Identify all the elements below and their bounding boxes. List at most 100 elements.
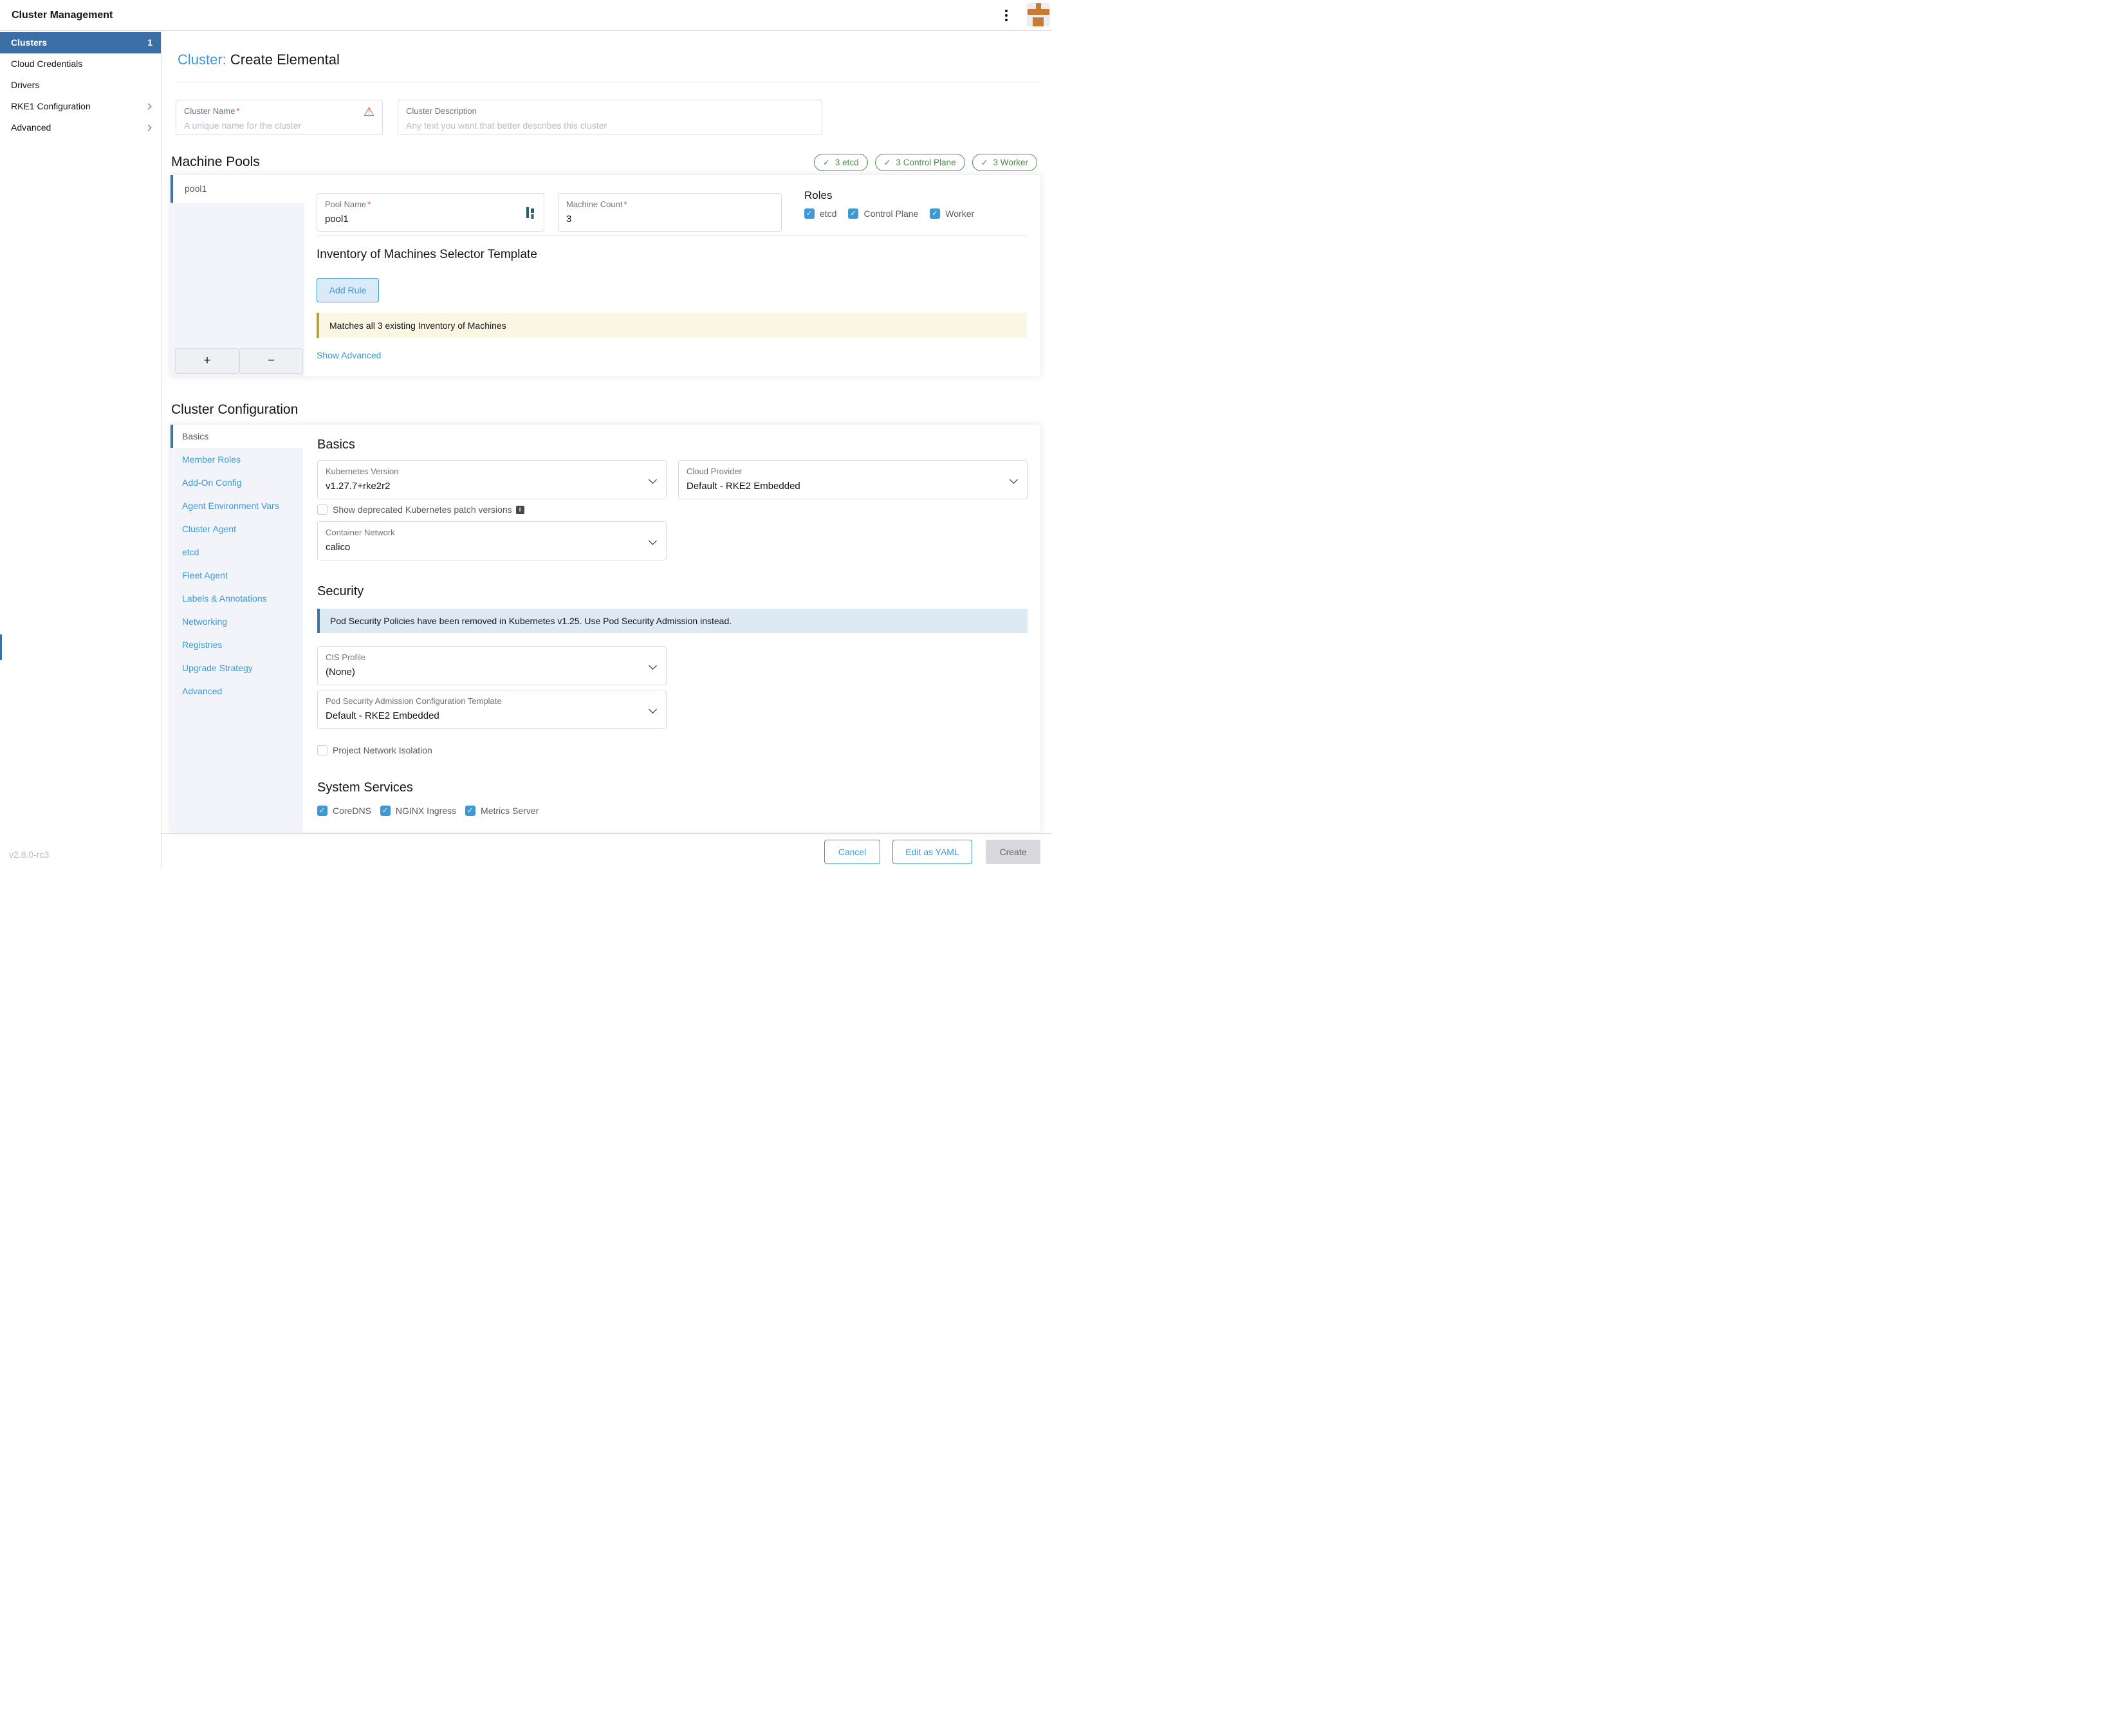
- roles-heading: Roles: [804, 189, 832, 202]
- kubernetes-version-label: Kubernetes Version: [326, 466, 658, 476]
- remove-pool-button[interactable]: −: [239, 348, 303, 374]
- role-etcd[interactable]: etcd: [804, 208, 836, 219]
- pool-name-label: Pool Name: [325, 199, 366, 209]
- page-title-prefix: Cluster:: [178, 51, 226, 68]
- avatar-logo-icon: [1036, 3, 1041, 9]
- role-worker[interactable]: Worker: [930, 208, 974, 219]
- checkbox-checked-icon[interactable]: [380, 806, 391, 816]
- container-network-value[interactable]: [326, 542, 641, 553]
- service-nginx-ingress[interactable]: NGINX Ingress: [380, 806, 456, 816]
- tab-labels-annotations[interactable]: Labels & Annotations: [171, 587, 303, 610]
- chevron-down-icon: [1010, 476, 1018, 484]
- tab-registries[interactable]: Registries: [171, 633, 303, 656]
- etcd-count-badge: 3 etcd: [814, 154, 868, 171]
- tab-upgrade-strategy[interactable]: Upgrade Strategy: [171, 656, 303, 679]
- cis-profile-value[interactable]: [326, 667, 641, 678]
- tab-cluster-agent[interactable]: Cluster Agent: [171, 517, 303, 540]
- show-advanced-link[interactable]: Show Advanced: [317, 350, 381, 360]
- machine-pools-heading: Machine Pools: [171, 154, 260, 170]
- cluster-description-field[interactable]: Cluster Description: [398, 100, 822, 135]
- cluster-name-field[interactable]: Cluster Name* ⚠: [176, 100, 383, 135]
- kebab-menu-icon[interactable]: [1001, 8, 1012, 23]
- pool-name-input[interactable]: [325, 214, 519, 225]
- sidebar-item-advanced[interactable]: Advanced: [0, 117, 161, 138]
- checkbox-checked-icon[interactable]: [465, 806, 475, 816]
- chevron-down-icon: [649, 661, 657, 670]
- cancel-button[interactable]: Cancel: [824, 840, 880, 864]
- chevron-down-icon: [649, 537, 657, 545]
- chevron-down-icon: [649, 476, 657, 484]
- tab-basics[interactable]: Basics: [171, 425, 303, 448]
- service-metrics-server[interactable]: Metrics Server: [465, 806, 539, 816]
- app-version: v2.8.0-rc3: [9, 849, 49, 860]
- required-marker: *: [236, 106, 239, 116]
- cluster-configuration-card: Basics Member Roles Add-On Config Agent …: [171, 425, 1040, 832]
- pool-divider: [317, 235, 1028, 236]
- sidebar-item-label: Clusters: [11, 37, 47, 48]
- machine-count-input[interactable]: [566, 214, 757, 225]
- checkbox-unchecked-icon[interactable]: [317, 504, 328, 515]
- cluster-description-input[interactable]: [406, 120, 797, 131]
- checkbox-checked-icon[interactable]: [804, 208, 815, 219]
- checkbox-checked-icon[interactable]: [848, 208, 858, 219]
- cloud-provider-value[interactable]: [687, 481, 1002, 492]
- service-coredns[interactable]: CoreDNS: [317, 806, 371, 816]
- add-pool-button[interactable]: +: [175, 348, 239, 374]
- edit-as-yaml-button[interactable]: Edit as YAML: [892, 840, 972, 864]
- container-network-select[interactable]: Container Network: [317, 521, 667, 560]
- kubernetes-version-value[interactable]: [326, 481, 641, 492]
- pod-security-banner: Pod Security Policies have been removed …: [317, 609, 1028, 633]
- footer-divider: [161, 833, 1052, 834]
- sidebar-item-clusters[interactable]: Clusters 1: [0, 32, 161, 53]
- sidebar-item-cloud-credentials[interactable]: Cloud Credentials: [0, 53, 161, 75]
- app-title: Cluster Management: [12, 0, 113, 31]
- worker-count-badge: 3 Worker: [972, 154, 1037, 171]
- sidebar-item-rke1-configuration[interactable]: RKE1 Configuration: [0, 96, 161, 117]
- pool-name-field[interactable]: Pool Name*: [317, 193, 544, 232]
- sidebar-item-label: Drivers: [11, 80, 39, 90]
- tab-fleet-agent[interactable]: Fleet Agent: [171, 564, 303, 587]
- tab-member-roles[interactable]: Member Roles: [171, 448, 303, 471]
- cluster-name-input[interactable]: [184, 120, 358, 131]
- role-control-plane[interactable]: Control Plane: [848, 208, 918, 219]
- system-services-heading: System Services: [317, 780, 413, 795]
- random-name-icon[interactable]: [524, 207, 536, 221]
- machine-count-field[interactable]: Machine Count*: [558, 193, 782, 232]
- role-count-badges: 3 etcd 3 Control Plane 3 Worker: [814, 154, 1037, 171]
- tab-etcd[interactable]: etcd: [171, 540, 303, 564]
- create-button[interactable]: Create: [986, 840, 1040, 864]
- cis-profile-label: CIS Profile: [326, 652, 658, 662]
- kubernetes-version-select[interactable]: Kubernetes Version: [317, 460, 667, 499]
- user-avatar[interactable]: [1027, 3, 1050, 26]
- sidebar-item-drivers[interactable]: Drivers: [0, 75, 161, 96]
- tab-add-on-config[interactable]: Add-On Config: [171, 471, 303, 494]
- psa-template-label: Pod Security Admission Configuration Tem…: [326, 696, 658, 706]
- basics-heading: Basics: [317, 438, 355, 452]
- sidebar-item-label: Cloud Credentials: [11, 59, 82, 69]
- checkbox-checked-icon[interactable]: [317, 806, 328, 816]
- control-plane-count-badge: 3 Control Plane: [875, 154, 965, 171]
- cluster-name-label: Cluster Name: [184, 106, 235, 116]
- container-network-label: Container Network: [326, 528, 658, 537]
- tab-networking[interactable]: Networking: [171, 610, 303, 633]
- security-heading: Security: [317, 584, 364, 599]
- info-icon[interactable]: i: [516, 506, 524, 514]
- system-services-checkboxes: CoreDNS NGINX Ingress Metrics Server: [317, 806, 539, 816]
- checkbox-unchecked-icon[interactable]: [317, 745, 328, 755]
- checkbox-checked-icon[interactable]: [930, 208, 940, 219]
- psa-template-select[interactable]: Pod Security Admission Configuration Tem…: [317, 690, 667, 729]
- add-rule-button[interactable]: Add Rule: [317, 278, 379, 302]
- chevron-right-icon: [145, 104, 152, 110]
- pool-tab-pool1[interactable]: pool1: [171, 175, 304, 203]
- selector-template-heading: Inventory of Machines Selector Template: [317, 248, 537, 262]
- cloud-provider-select[interactable]: Cloud Provider: [678, 460, 1028, 499]
- cluster-create-page: Cluster Management Clusters 1 Cloud Cred…: [0, 0, 1052, 868]
- cluster-description-label: Cluster Description: [406, 106, 814, 116]
- cis-profile-select[interactable]: CIS Profile: [317, 646, 667, 685]
- tab-agent-environment-vars[interactable]: Agent Environment Vars: [171, 494, 303, 517]
- psa-template-value[interactable]: [326, 710, 641, 721]
- machine-pools-card: pool1 + − Pool Name* Machine Count* Role…: [171, 175, 1040, 376]
- warning-icon: ⚠: [364, 106, 374, 118]
- tab-advanced[interactable]: Advanced: [171, 679, 303, 703]
- page-title-text: Create Elemental: [230, 51, 340, 68]
